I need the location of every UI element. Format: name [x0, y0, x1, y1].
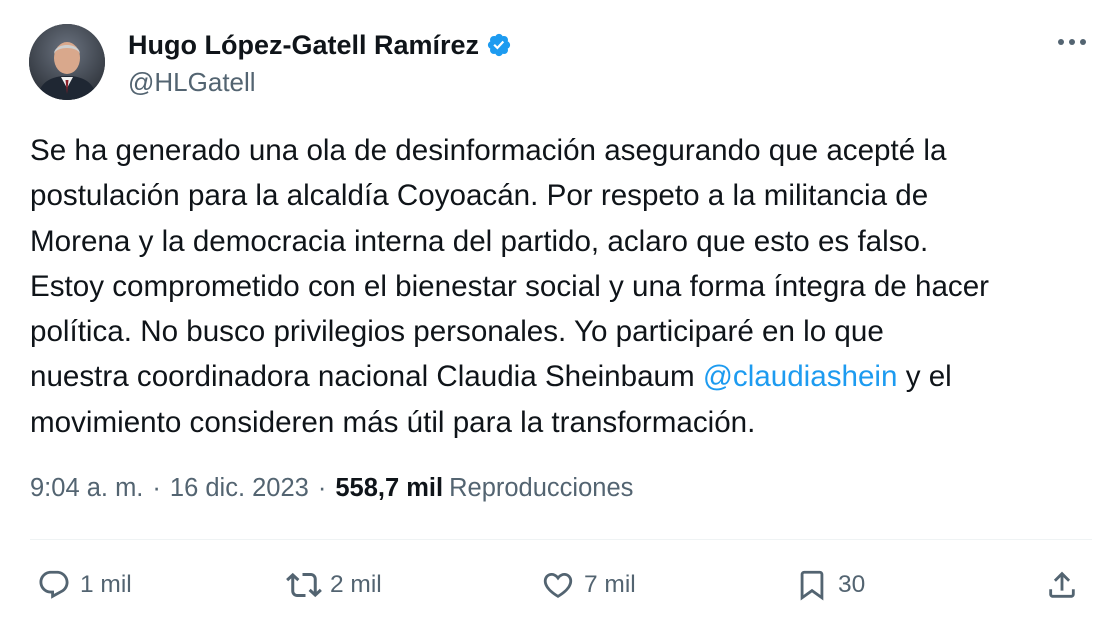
author-info: Hugo López-Gatell Ramírez @HLGatell [128, 27, 512, 98]
avatar[interactable] [29, 24, 105, 100]
tweet-text-line-6: nuestra coordinadora nacional Claudia Sh… [30, 354, 1100, 399]
tweet-text: Se ha generado una ola de desinformación… [30, 128, 1100, 445]
tweet-text-line-2: postulación para la alcaldía Coyoacán. P… [30, 179, 929, 213]
more-options-icon[interactable] [1054, 28, 1090, 56]
reply-icon [34, 565, 74, 605]
views-count: 558,7 mil [335, 474, 444, 502]
heart-icon [538, 565, 578, 605]
tweet-text-line-5: política. No busco privilegios personale… [30, 315, 884, 349]
retweet-button[interactable]: 2 mil [284, 562, 382, 608]
retweet-count: 2 mil [330, 571, 382, 598]
name-row: Hugo López-Gatell Ramírez [128, 27, 512, 63]
tweet-text-segment: nuestra coordinadora nacional Claudia Sh… [30, 360, 703, 394]
share-button[interactable] [1042, 562, 1082, 608]
meta-separator: · [317, 474, 327, 502]
tweet-text-segment: y el [897, 360, 952, 394]
tweet-text-line-7: movimiento consideren más útil para la t… [30, 405, 756, 439]
bookmark-count: 30 [838, 571, 866, 598]
like-button[interactable]: 7 mil [538, 562, 636, 608]
bookmark-icon [792, 565, 832, 605]
divider [30, 539, 1092, 540]
tweet-text-line-4: Estoy comprometido con el bienestar soci… [30, 269, 990, 303]
action-bar: 1 mil 2 mil 7 mil 30 [0, 562, 1120, 608]
mention-link[interactable]: @claudiashein [703, 360, 898, 393]
handle[interactable]: @HLGatell [128, 67, 512, 98]
post-date[interactable]: 16 dic. 2023 [170, 474, 309, 503]
tweet-card: Hugo López-Gatell Ramírez @HLGatell Se h… [0, 0, 1120, 622]
like-count: 7 mil [584, 571, 636, 598]
tweet-meta: 9:04 a. m. · 16 dic. 2023 · 558,7 mil Re… [30, 474, 633, 503]
bookmark-button[interactable]: 30 [792, 562, 865, 608]
meta-separator: · [152, 474, 161, 502]
tweet-text-line-1: Se ha generado una ola de desinformación… [30, 134, 947, 167]
reply-count: 1 mil [80, 571, 132, 598]
reply-button[interactable]: 1 mil [34, 562, 132, 608]
display-name[interactable]: Hugo López-Gatell Ramírez [128, 30, 479, 61]
post-time[interactable]: 9:04 a. m. [30, 474, 143, 503]
retweet-icon [284, 565, 324, 605]
views-label: Reproducciones [449, 474, 634, 502]
verified-badge-icon[interactable] [486, 32, 512, 58]
tweet-text-line-3: Morena y la democracia interna del parti… [30, 224, 929, 258]
share-icon [1042, 565, 1082, 605]
